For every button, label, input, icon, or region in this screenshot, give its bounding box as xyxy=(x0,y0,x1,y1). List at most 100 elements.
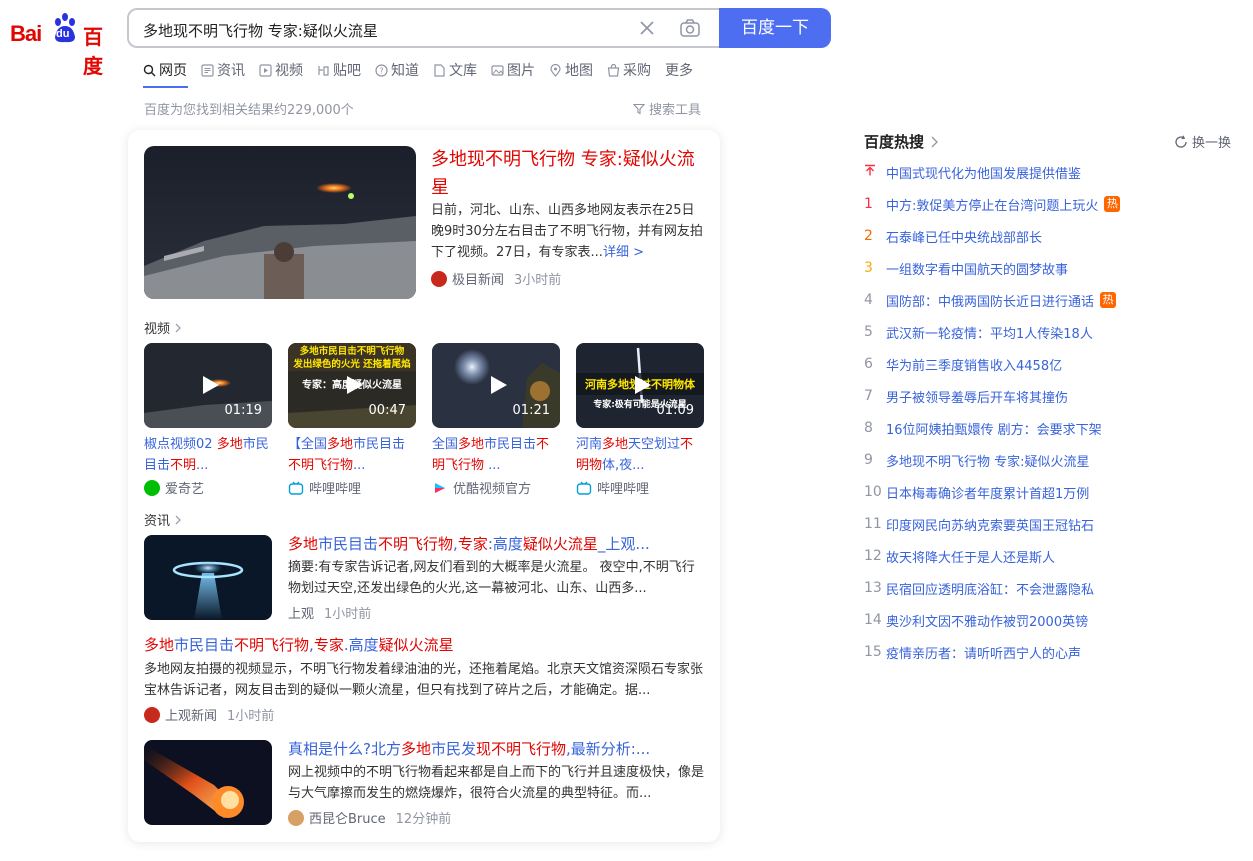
hot-list-item[interactable]: 14 奥沙利文因不雅动作被罚2000英镑 xyxy=(864,610,1088,630)
hot-rank: 6 xyxy=(864,356,873,372)
hot-list-item[interactable]: 3 一组数字看中国航天的圆梦故事 xyxy=(864,258,1068,278)
top-result-title[interactable]: 多地现不明飞行物 专家:疑似火流星 xyxy=(431,146,706,202)
tab-zhidao[interactable]: ? 知道 xyxy=(375,60,419,80)
video-title[interactable]: 【全国多地市民目击不明飞行物... xyxy=(288,434,416,476)
video-thumbnail[interactable]: 01:21 xyxy=(432,343,560,428)
video-card[interactable]: 多地市民目击不明飞行物 发出绿色的火光 还拖着尾焰 专家：高度疑似火流星 00:… xyxy=(288,343,416,497)
hot-list-item[interactable]: 5 武汉新一轮疫情：平均1人传染18人 xyxy=(864,322,1093,342)
tab-purchase[interactable]: 采购 xyxy=(607,60,651,80)
hot-list-item[interactable]: 13 民宿回应透明底浴缸：不会泄露隐私 xyxy=(864,578,1094,598)
tab-map[interactable]: 地图 xyxy=(549,60,593,80)
video-thumbnail[interactable]: 01:19 xyxy=(144,343,272,428)
search-input[interactable]: 多地现不明飞行物 专家:疑似火流星 xyxy=(127,8,721,48)
bag-icon xyxy=(607,63,620,77)
tab-video[interactable]: 视频 xyxy=(259,60,303,80)
hot-list-item[interactable]: 15 疫情亲历者：请听听西宁人的心声 xyxy=(864,642,1081,662)
news-title[interactable]: 多地市民目击不明飞行物,专家.高度疑似火流星 xyxy=(144,634,454,656)
news-image[interactable] xyxy=(144,535,272,620)
top-result-image[interactable] xyxy=(144,146,416,299)
hot-list-title[interactable]: 百度热搜 xyxy=(864,131,938,152)
tab-images[interactable]: 图片 xyxy=(491,60,535,80)
play-icon xyxy=(347,376,363,394)
search-icon xyxy=(143,64,156,76)
news-source: 上观新闻 1小时前 xyxy=(144,705,274,724)
clear-icon[interactable] xyxy=(637,18,657,38)
video-card[interactable]: 河南多地划过不明物体 专家:极有可能是火流星 01:09 河南多地天空划过不明物… xyxy=(576,343,704,497)
video-title[interactable]: 全国多地市民目击不明飞行物 ... xyxy=(432,434,560,476)
tab-web[interactable]: 网页 xyxy=(143,60,187,80)
news-section-label: 资讯 xyxy=(144,514,171,529)
news-section-header[interactable]: 资讯 xyxy=(144,510,181,529)
hot-list-item[interactable]: 中国式现代化为他国发展提供借鉴 xyxy=(864,162,1081,182)
video-title[interactable]: 椒点视频02 多地市民目击不明... xyxy=(144,434,272,476)
source-name[interactable]: 哔哩哔哩 xyxy=(309,478,361,497)
title-highlight: 多地 xyxy=(144,636,175,654)
news-image[interactable] xyxy=(144,740,272,825)
hot-rank: 1 xyxy=(864,196,873,212)
tab-tieba[interactable]: 贴吧 xyxy=(317,60,361,80)
source-name[interactable]: 上观新闻 xyxy=(165,705,217,724)
camera-icon[interactable] xyxy=(679,17,701,39)
source-name[interactable]: 上观 xyxy=(288,603,314,622)
title-text: 体,夜... xyxy=(602,458,645,473)
bilibili-icon xyxy=(576,481,592,495)
baidu-logo[interactable]: Bai du 百度 xyxy=(10,12,114,78)
search-tools-label: 搜索工具 xyxy=(649,103,702,118)
hot-list-item[interactable]: 12 故天将降大任于是人还是斯人 xyxy=(864,546,1055,566)
result-count: 百度为您找到相关结果约229,000个 xyxy=(144,103,354,118)
source-name[interactable]: 哔哩哔哩 xyxy=(597,478,649,497)
video-section-header[interactable]: 视频 xyxy=(144,318,181,337)
source-name[interactable]: 优酷视频官方 xyxy=(453,478,531,497)
hot-item-text: 中方:敦促美方停止在台湾问题上玩火 xyxy=(886,198,1099,214)
source-name[interactable]: 爱奇艺 xyxy=(165,478,204,497)
title-text: 市民目击 xyxy=(174,636,235,654)
play-icon xyxy=(203,376,219,394)
chevron-right-icon xyxy=(931,136,938,147)
news-title[interactable]: 真相是什么?北方多地市民发现不明飞行物,最新分析:... xyxy=(288,738,650,760)
refresh-button[interactable]: 换一换 xyxy=(1174,132,1231,151)
tab-wenku[interactable]: 文库 xyxy=(433,60,477,80)
source-name[interactable]: 极目新闻 xyxy=(452,269,504,288)
hot-list-item[interactable]: 11 印度网民向苏纳克索要英国王冠钻石 xyxy=(864,514,1094,534)
hot-list-item[interactable]: 7 男子被领导羞辱后开车将其撞伤 xyxy=(864,386,1068,406)
video-source: 哔哩哔哩 xyxy=(576,478,704,497)
tab-more[interactable]: 更多 xyxy=(665,60,693,80)
hot-list-item[interactable]: 9 多地现不明飞行物 专家:疑似火流星 xyxy=(864,450,1090,470)
search-tools-button[interactable]: 搜索工具 xyxy=(633,99,701,118)
hot-badge: 热 xyxy=(1104,196,1121,212)
tab-label: 网页 xyxy=(159,63,187,79)
hot-rank: 10 xyxy=(864,484,882,500)
tab-news[interactable]: 资讯 xyxy=(201,60,245,80)
top-result-source: 极目新闻 3小时前 xyxy=(431,269,561,288)
video-thumbnail[interactable]: 河南多地划过不明物体 专家:极有可能是火流星 01:09 xyxy=(576,343,704,428)
hot-item-text: 国防部：中俄两国防长近日进行通话 xyxy=(886,294,1095,310)
source-name[interactable]: 西昆仑Bruce xyxy=(309,808,386,827)
title-highlight: 不明 xyxy=(170,458,197,473)
news-source: 西昆仑Bruce 12分钟前 xyxy=(288,808,451,827)
video-card[interactable]: 01:21 全国多地市民目击不明飞行物 ... 优酷视频官方 xyxy=(432,343,560,497)
hot-list-item[interactable]: 4 国防部：中俄两国防长近日进行通话热 xyxy=(864,290,1117,310)
news-title[interactable]: 多地市民目击不明飞行物,专家:高度疑似火流星_上观... xyxy=(288,533,650,555)
tab-label: 地图 xyxy=(565,63,593,79)
video-thumbnail[interactable]: 多地市民目击不明飞行物 发出绿色的火光 还拖着尾焰 专家：高度疑似火流星 00:… xyxy=(288,343,416,428)
title-text: ... xyxy=(484,458,501,473)
title-text: :高度 xyxy=(487,535,523,553)
hot-list-item[interactable]: 2 石泰峰已任中央统战部部长 xyxy=(864,226,1042,246)
title-highlight: 多地 xyxy=(327,437,354,452)
hot-item-text: 男子被领导羞辱后开车将其撞伤 xyxy=(886,390,1069,406)
hot-list-item[interactable]: 1 中方:敦促美方停止在台湾问题上玩火热 xyxy=(864,194,1121,214)
tab-label: 采购 xyxy=(623,63,651,79)
abstract-text: 日前，河北、山东、山西多地网友表示在25日晚9时30分左右目击了不明飞行物，并有… xyxy=(431,203,703,260)
detail-link[interactable]: 详细 > xyxy=(603,245,644,260)
news-icon xyxy=(201,63,214,77)
hot-list-item[interactable]: 8 16位阿姨拍甄嬛传 剧方：会要求下架 xyxy=(864,418,1102,438)
map-icon xyxy=(550,63,561,77)
hot-list-item[interactable]: 6 华为前三季度销售收入4458亿 xyxy=(864,354,1062,374)
search-button[interactable]: 百度一下 xyxy=(719,8,831,48)
hot-item-text: 武汉新一轮疫情：平均1人传染18人 xyxy=(886,326,1093,342)
video-title[interactable]: 河南多地天空划过不明物体,夜... xyxy=(576,434,704,476)
hot-item-text: 故天将降大任于是人还是斯人 xyxy=(886,550,1056,566)
video-card[interactable]: 01:19 椒点视频02 多地市民目击不明... 爱奇艺 xyxy=(144,343,272,497)
hot-rank: 4 xyxy=(864,292,873,308)
hot-list-item[interactable]: 10 日本梅毒确诊者年度累计首超1万例 xyxy=(864,482,1089,502)
